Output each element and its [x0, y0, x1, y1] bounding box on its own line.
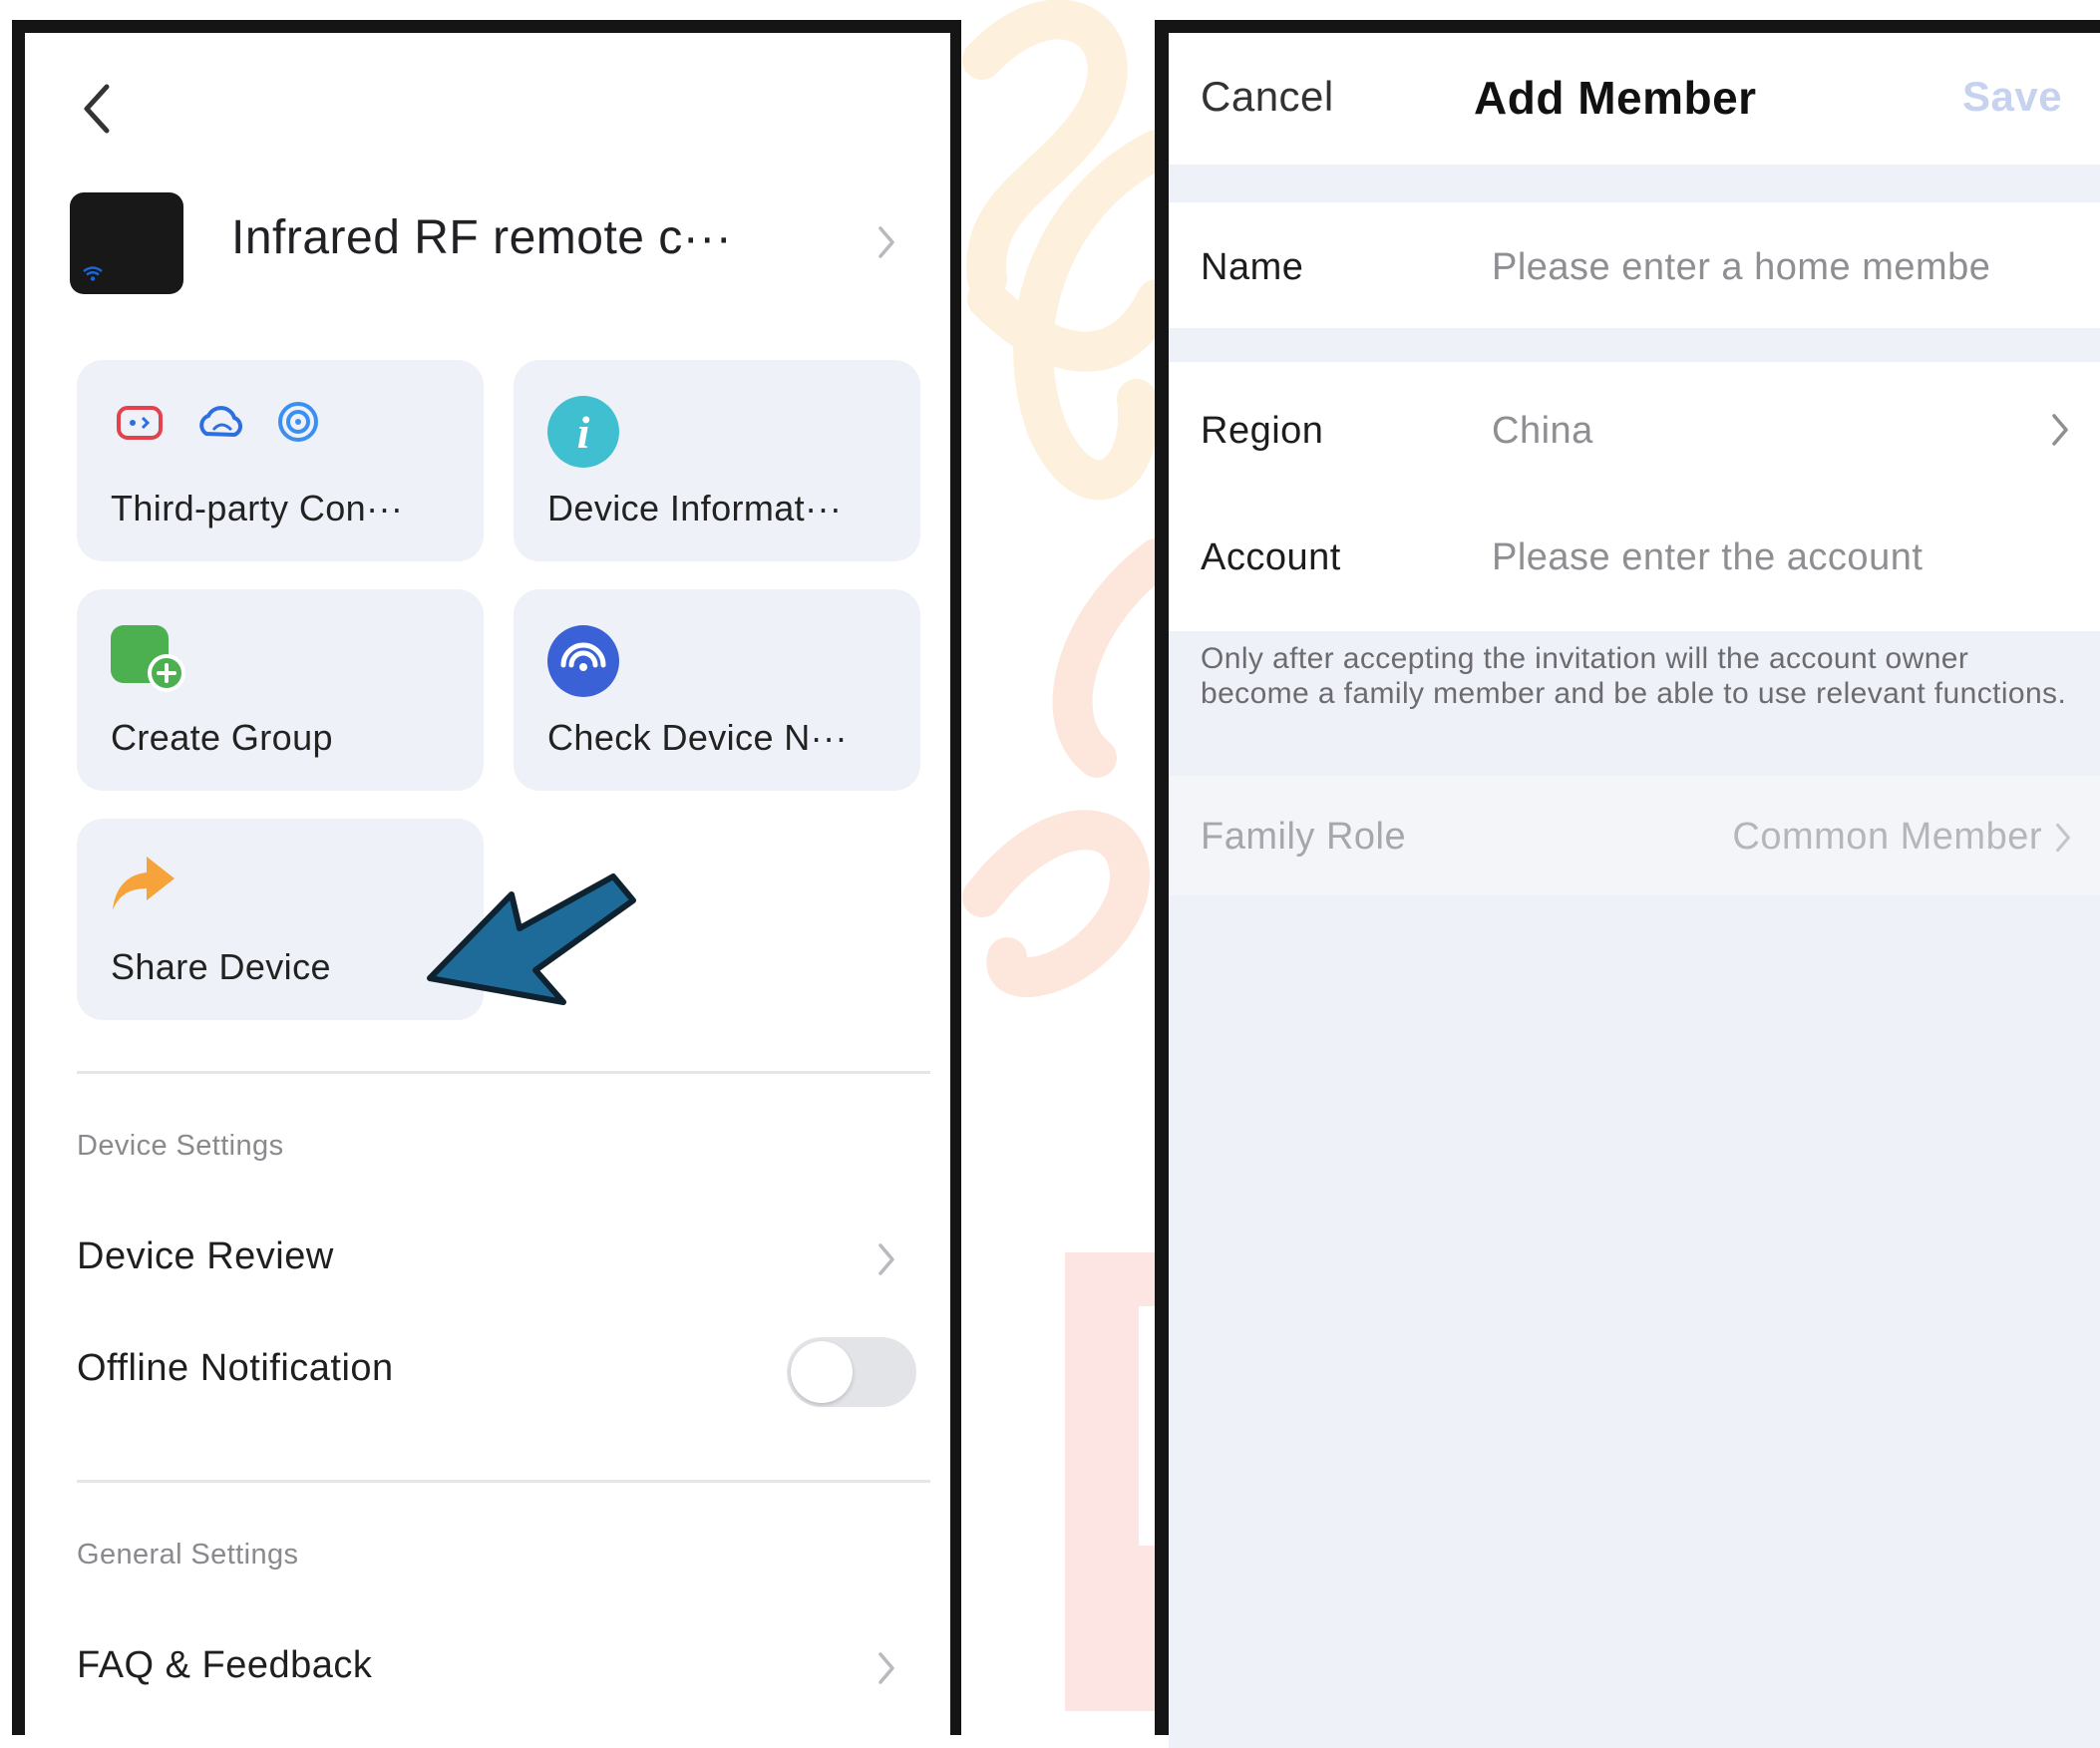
page-title: Add Member — [1474, 72, 1757, 124]
back-button[interactable] — [77, 79, 137, 155]
region-account-group: Region China Account — [1169, 362, 2100, 631]
region-label: Region — [1201, 410, 1324, 452]
invitation-note: Only after accepting the invitation will… — [1201, 642, 2067, 710]
name-row: Name — [1169, 202, 2100, 328]
tile-third-party-control[interactable]: Third-party Con··· — [77, 360, 484, 561]
toggle-knob — [791, 1341, 853, 1403]
chevron-right-icon[interactable] — [2048, 410, 2072, 450]
cancel-button[interactable]: Cancel — [1201, 73, 1334, 121]
tile-label: Check Device N··· — [547, 717, 848, 758]
tile-share-device[interactable]: Share Device — [77, 819, 484, 1020]
annotation-arrow-icon — [427, 874, 636, 1005]
row-label: FAQ & Feedback — [77, 1644, 373, 1686]
tile-label: Share Device — [111, 946, 331, 987]
offline-notification-toggle[interactable] — [787, 1337, 916, 1407]
device-detail-screen: Infrared RF remote c··· Third-party Con·… — [25, 33, 950, 1748]
device-name[interactable]: Infrared RF remote c··· — [231, 210, 732, 265]
row-label: Device Review — [77, 1235, 334, 1277]
nav-bar: Cancel Add Member Save — [1169, 33, 2100, 165]
row-device-review[interactable]: Device Review — [25, 1210, 950, 1309]
third-party-services-icons — [109, 394, 348, 455]
divider — [77, 1480, 930, 1483]
account-input[interactable] — [1492, 534, 2090, 580]
tile-label: Third-party Con··· — [111, 488, 404, 528]
row-label: Offline Notification — [77, 1347, 394, 1389]
divider — [77, 1071, 930, 1074]
name-label: Name — [1201, 246, 1304, 288]
tile-check-device-network[interactable]: Check Device N··· — [514, 589, 920, 791]
chevron-right-icon — [878, 1652, 894, 1684]
chevron-right-icon — [878, 1243, 894, 1275]
chevron-left-icon — [84, 84, 110, 134]
info-icon: i — [545, 394, 621, 475]
row-faq-feedback[interactable]: FAQ & Feedback — [25, 1618, 950, 1718]
left-phone-frame: Infrared RF remote c··· Third-party Con·… — [12, 20, 961, 1748]
tile-label: Create Group — [111, 717, 333, 758]
device-thumbnail — [70, 192, 183, 294]
save-button[interactable]: Save — [1962, 73, 2062, 121]
tile-device-information[interactable]: i Device Informat··· — [514, 360, 920, 561]
region-value[interactable]: China — [1492, 410, 1593, 453]
tile-label: Device Informat··· — [547, 488, 843, 528]
family-role-label: Family Role — [1201, 816, 1407, 858]
name-input[interactable] — [1492, 244, 2090, 290]
tile-create-group[interactable]: Create Group — [77, 589, 484, 791]
section-heading-general-settings: General Settings — [77, 1539, 299, 1571]
add-member-screen: Cancel Add Member Save Name Region China… — [1169, 33, 2100, 1748]
wifi-icon — [83, 266, 103, 281]
family-role-value: Common Member — [1732, 816, 2042, 858]
svg-text:i: i — [577, 407, 590, 458]
create-group-icon — [109, 623, 188, 698]
chevron-right-icon[interactable] — [875, 222, 898, 262]
network-check-icon — [545, 623, 621, 704]
share-arrow-icon — [109, 853, 178, 919]
account-label: Account — [1201, 536, 1341, 578]
family-role-row[interactable]: Family Role Common Member — [1169, 776, 2100, 895]
section-heading-device-settings: Device Settings — [77, 1130, 284, 1162]
chevron-right-icon — [2056, 823, 2070, 853]
right-phone-frame: Cancel Add Member Save Name Region China… — [1155, 20, 2100, 1748]
